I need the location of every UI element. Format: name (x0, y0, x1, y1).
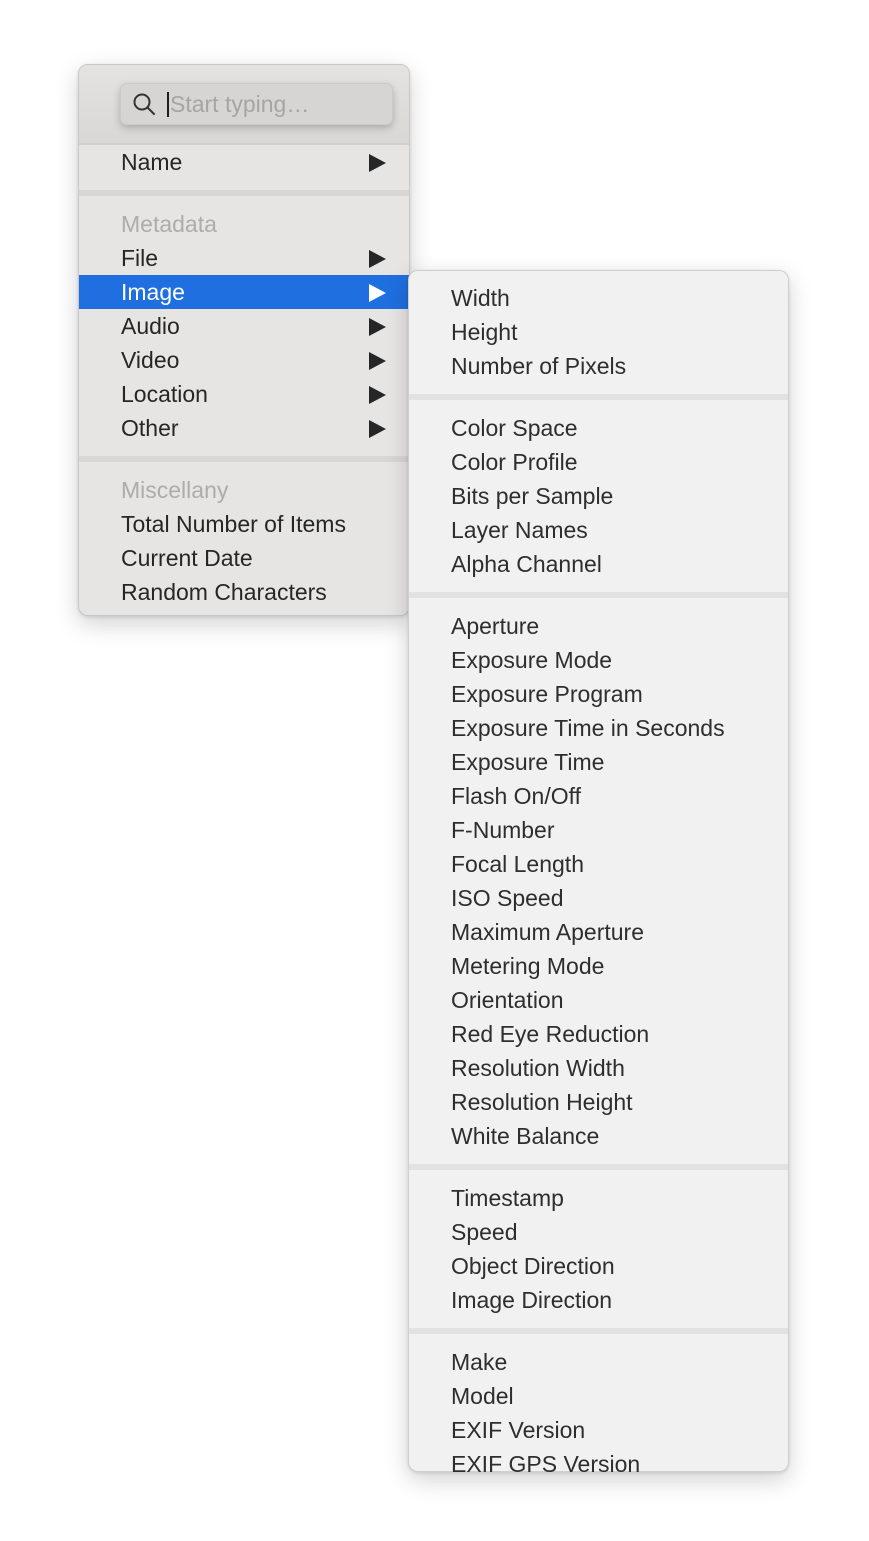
submenu-arrow-icon (369, 250, 386, 268)
submenu-item[interactable]: Resolution Height (409, 1085, 788, 1119)
menu-item-label: Video (121, 347, 180, 373)
menu-item-label: Location (121, 381, 208, 407)
menu-item-label: Other (121, 415, 179, 441)
submenu-item[interactable]: Image Direction (409, 1283, 788, 1317)
submenu-group: Width Height Number of Pixels (409, 271, 788, 383)
submenu-group: Timestamp Speed Object Direction Image Dire… (409, 1170, 788, 1317)
submenu-arrow-icon (369, 352, 386, 370)
submenu-item[interactable]: Exposure Time (409, 745, 788, 779)
submenu-item[interactable]: Color Space (409, 411, 788, 445)
section-header-miscellany: Miscellany (121, 477, 229, 503)
submenu-arrow-icon (369, 154, 386, 172)
menu-item-label: Image (121, 279, 185, 305)
submenu-arrow-icon (369, 284, 386, 302)
submenu-item[interactable]: Timestamp (409, 1181, 788, 1215)
menu-item-location[interactable]: Location (79, 377, 409, 411)
submenu-item[interactable]: Width (409, 281, 788, 315)
submenu-item[interactable]: Make (409, 1345, 788, 1379)
menu-item-random-characters[interactable]: Random Characters (79, 575, 409, 609)
menu-item-audio[interactable]: Audio (79, 309, 409, 343)
submenu-item[interactable]: Exposure Time in Seconds (409, 711, 788, 745)
search-field[interactable] (120, 83, 393, 125)
insert-menu: Name Metadata File Image Audio Video Loc… (78, 64, 410, 616)
menu-item-other[interactable]: Other (79, 411, 409, 445)
submenu-item[interactable]: EXIF Version (409, 1413, 788, 1447)
submenu-item[interactable]: Object Direction (409, 1249, 788, 1283)
submenu-group: Aperture Exposure Mode Exposure Program Exp… (409, 598, 788, 1153)
submenu-item[interactable]: Exposure Program (409, 677, 788, 711)
submenu-item[interactable]: Aperture (409, 609, 788, 643)
submenu-item[interactable]: F-Number (409, 813, 788, 847)
submenu-group: Make Model EXIF Version EXIF GPS Version (409, 1334, 788, 1481)
submenu-item[interactable]: Layer Names (409, 513, 788, 547)
menu-item-label: Audio (121, 313, 180, 339)
menu-item-image[interactable]: Image (79, 275, 409, 309)
submenu-item[interactable]: Height (409, 315, 788, 349)
submenu-groups: Width Height Number of Pixels Color Space Co… (409, 271, 788, 1481)
submenu-item[interactable]: Color Profile (409, 445, 788, 479)
submenu-arrow-icon (369, 386, 386, 404)
submenu-item[interactable]: Orientation (409, 983, 788, 1017)
submenu-arrow-icon (369, 420, 386, 438)
section-header-metadata: Metadata (121, 211, 217, 237)
search-icon (133, 93, 155, 115)
submenu-group: Color Space Color Profile Bits per Sample L… (409, 400, 788, 581)
submenu-item[interactable]: Flash On/Off (409, 779, 788, 813)
menu-item-total-number-of-items[interactable]: Total Number of Items (79, 507, 409, 541)
menu-item-label: Name (121, 149, 183, 175)
image-submenu: Width Height Number of Pixels Color Space Co… (408, 270, 789, 1477)
submenu-item[interactable]: Red Eye Reduction (409, 1017, 788, 1051)
submenu-arrow-icon (369, 318, 386, 336)
submenu-item[interactable]: Speed (409, 1215, 788, 1249)
search-header (79, 65, 409, 145)
submenu-item[interactable]: White Balance (409, 1119, 788, 1153)
menu-item-current-date[interactable]: Current Date (79, 541, 409, 575)
search-input[interactable] (170, 83, 380, 125)
menu-item-file[interactable]: File (79, 241, 409, 275)
submenu-item[interactable]: EXIF GPS Version (409, 1447, 788, 1481)
submenu-item[interactable]: Focal Length (409, 847, 788, 881)
submenu-item[interactable]: Maximum Aperture (409, 915, 788, 949)
submenu-item[interactable]: ISO Speed (409, 881, 788, 915)
submenu-item[interactable]: Resolution Width (409, 1051, 788, 1085)
submenu-item[interactable]: Exposure Mode (409, 643, 788, 677)
submenu-item[interactable]: Alpha Channel (409, 547, 788, 581)
menu-item-name[interactable]: Name (79, 145, 409, 179)
submenu-item[interactable]: Bits per Sample (409, 479, 788, 513)
text-caret (167, 92, 169, 117)
menu-item-video[interactable]: Video (79, 343, 409, 377)
menu-item-label: File (121, 245, 159, 271)
submenu-item[interactable]: Metering Mode (409, 949, 788, 983)
submenu-item[interactable]: Model (409, 1379, 788, 1413)
submenu-item[interactable]: Number of Pixels (409, 349, 788, 383)
